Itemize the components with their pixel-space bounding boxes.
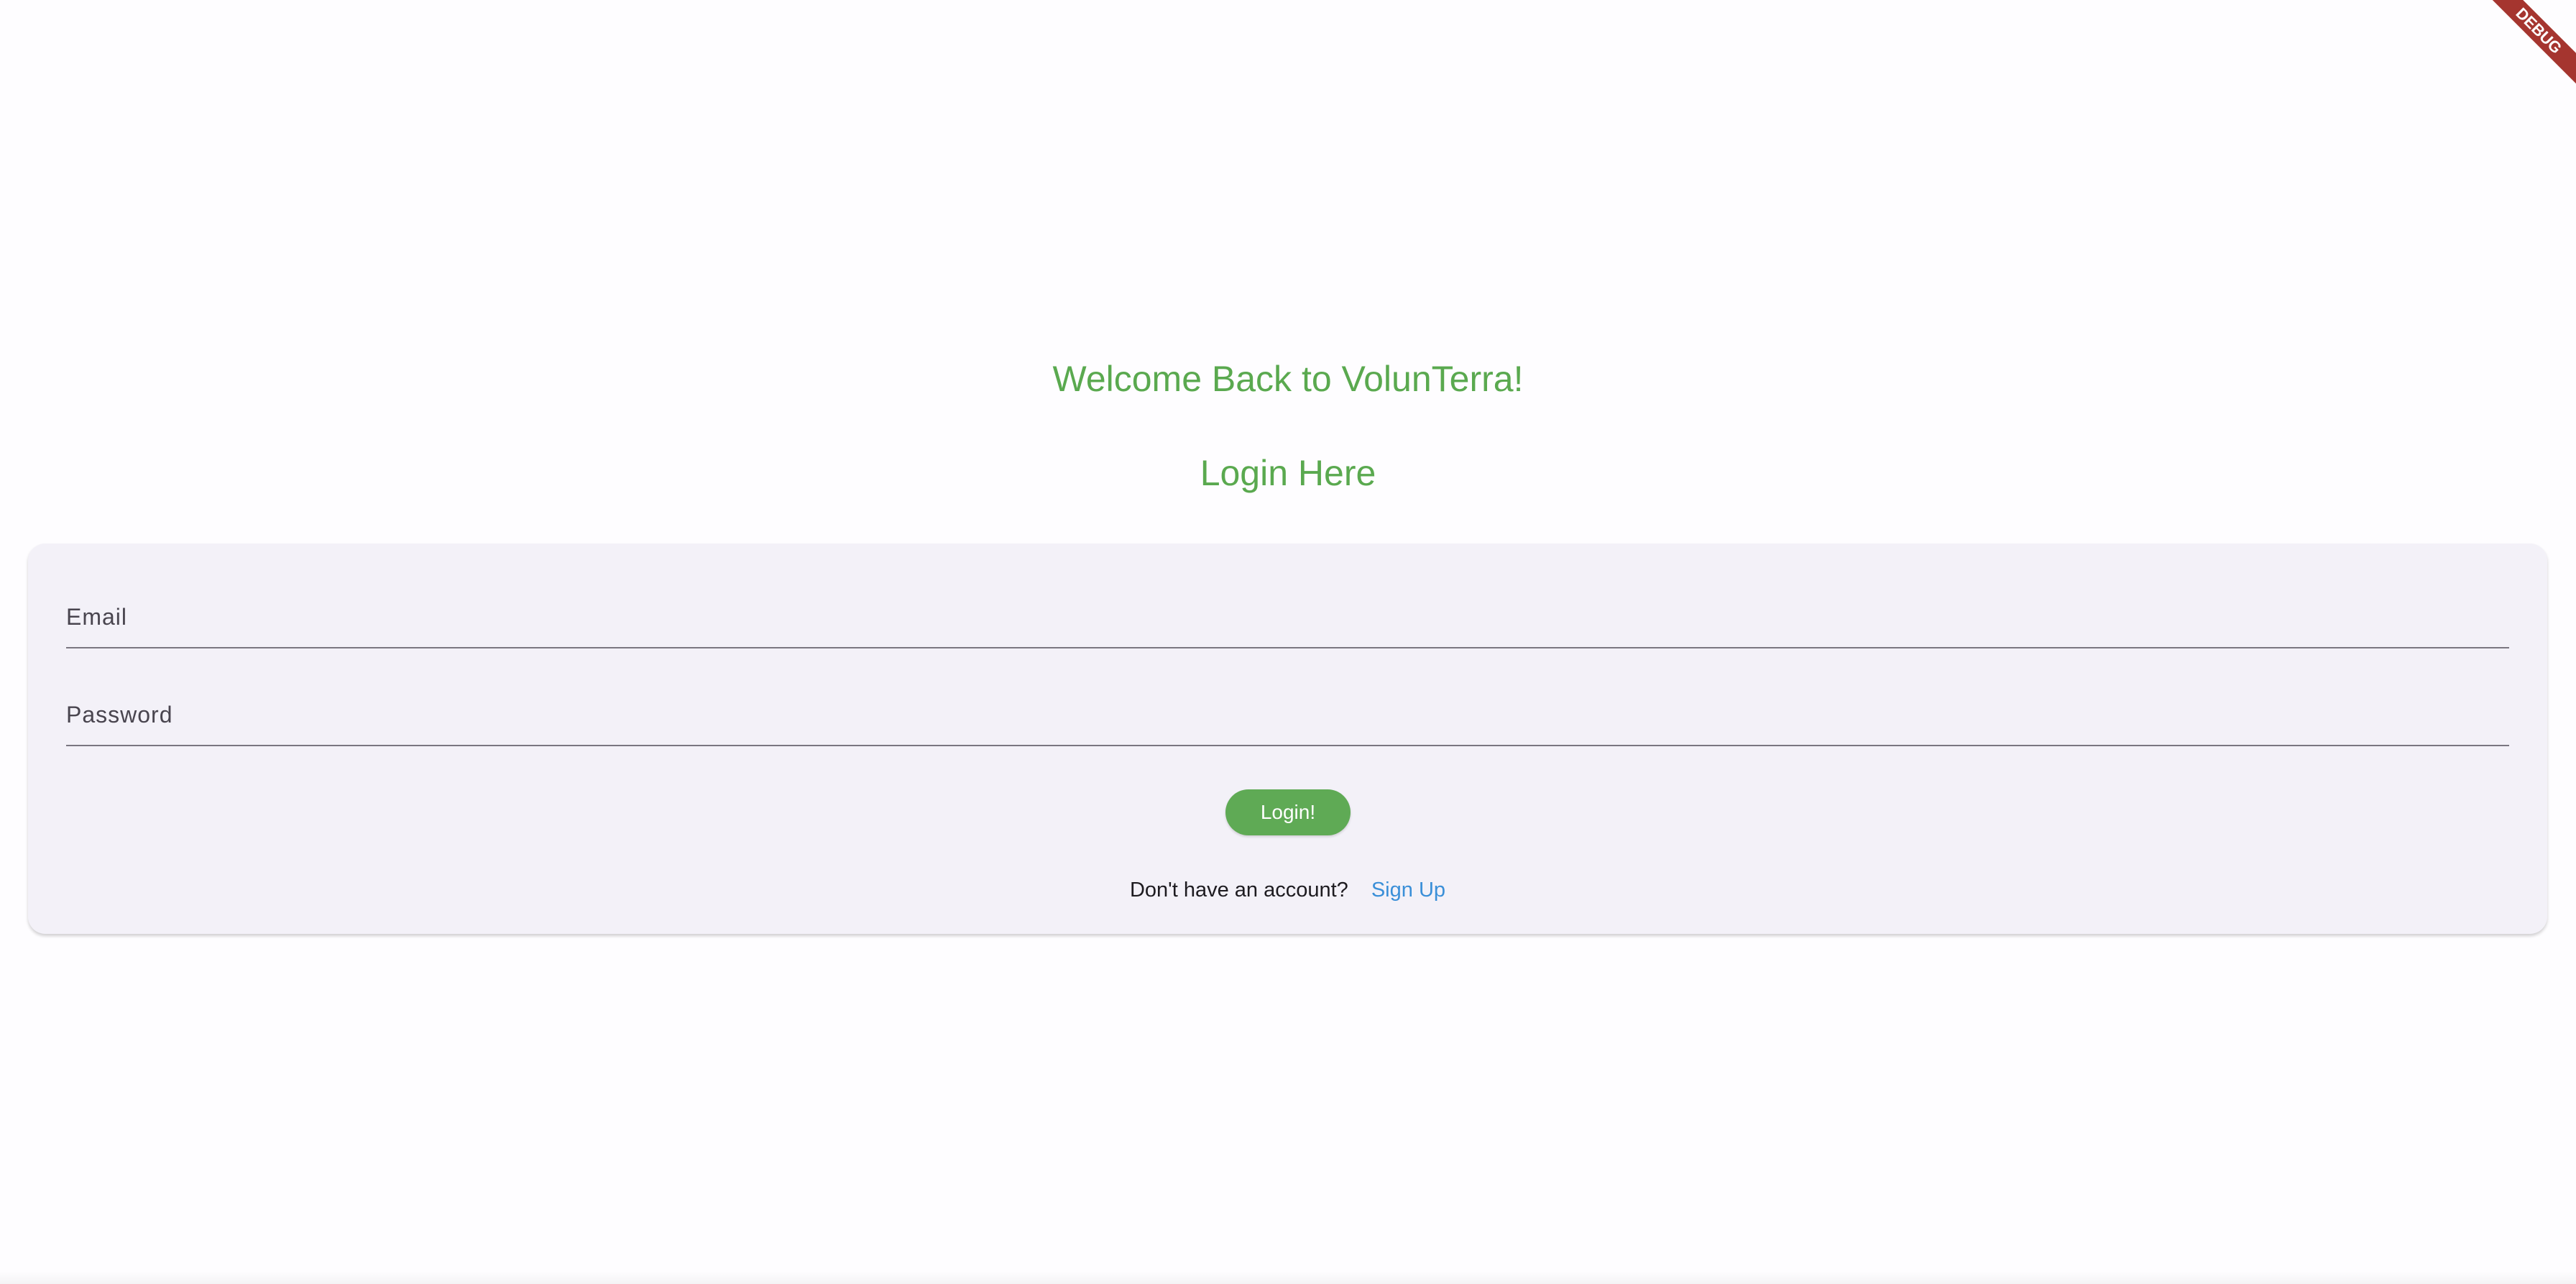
bottom-edge-shadow [0,1271,2576,1284]
password-field[interactable] [66,684,2509,745]
login-page: DEBUG Welcome Back to VolunTerra! Login … [0,0,2576,1284]
email-field-container [66,587,2509,648]
password-field-container [66,684,2509,746]
signup-row: Don't have an account? Sign Up [28,876,2547,904]
email-field[interactable] [66,587,2509,647]
welcome-heading: Welcome Back to VolunTerra! [1052,359,1524,399]
login-subtitle: Login Here [1200,453,1376,493]
debug-banner-label: DEBUG [2475,0,2576,95]
signup-prompt: Don't have an account? [1129,879,1348,902]
debug-banner: DEBUG [2461,0,2576,115]
login-card: Login! Don't have an account? Sign Up [28,544,2547,934]
login-button[interactable]: Login! [1225,789,1351,835]
signup-link[interactable]: Sign Up [1371,879,1445,902]
